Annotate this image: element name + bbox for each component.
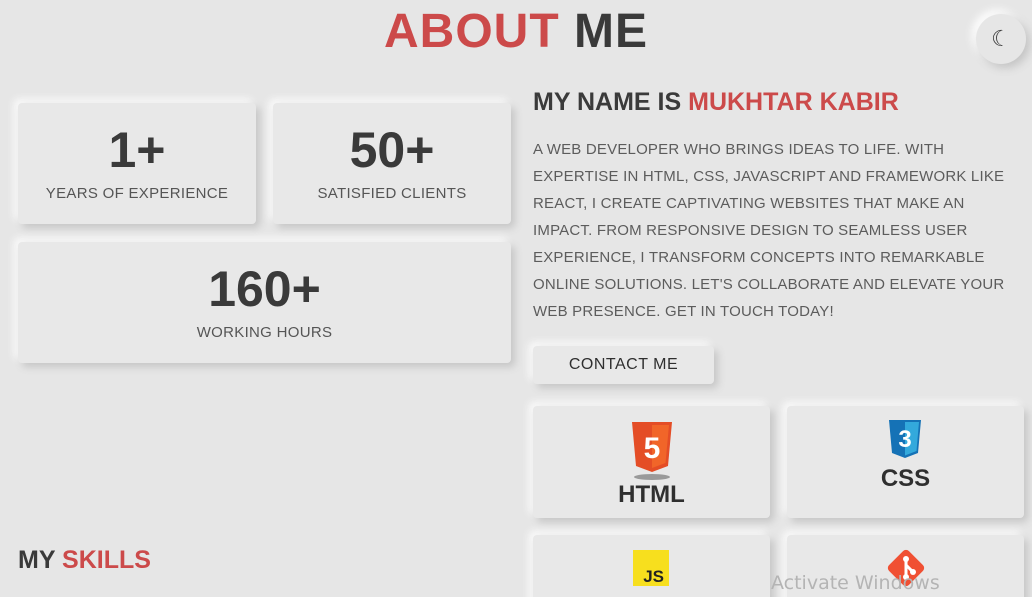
theme-toggle-button[interactable]: ☾ [976,14,1026,64]
skills-heading-prefix: MY [18,546,56,574]
name-accent: MUKHTAR KABIR [688,88,899,116]
stat-number: 1+ [108,122,166,178]
name-prefix: MY NAME IS [533,88,682,116]
stat-card-clients: 50+ SATISFIED CLIENTS [273,103,511,224]
stat-label: SATISFIED CLIENTS [317,185,467,202]
activate-windows-watermark: Activate Windows [771,572,940,594]
skill-card-html: 5 HTML [533,406,770,518]
skill-label: CSS [880,465,931,492]
stat-number: 160+ [208,261,321,317]
javascript-badge: JS [643,567,664,586]
page-title-rest: ME [574,5,648,58]
css3-icon: 3 [889,420,921,458]
skills-heading: MY SKILLS [18,546,151,575]
skill-label: HTML [618,481,685,508]
css3-badge: 3 [898,426,911,453]
about-page: ABOUT ME ☾ 1+ YEARS OF EXPERIENCE 50+ SA… [0,0,1032,597]
stat-card-hours: 160+ WORKING HOURS [18,242,511,363]
stat-label: YEARS OF EXPERIENCE [45,185,229,202]
skills-heading-accent: SKILLS [62,546,151,574]
stat-number: 50+ [349,122,435,178]
skill-card-javascript: JS [533,535,770,597]
page-title-accent: ABOUT [384,5,560,58]
javascript-icon: JS [633,550,669,586]
contact-me-button[interactable]: CONTACT ME [533,346,714,384]
stat-card-experience: 1+ YEARS OF EXPERIENCE [18,103,256,224]
html5-badge: 5 [644,432,661,465]
skill-card-css: 3 CSS [787,406,1024,518]
html5-icon: 5 [632,422,672,480]
name-heading: MY NAME IS MUKHTAR KABIR [533,88,899,117]
page-title: ABOUT ME [0,4,1032,59]
stat-label: WORKING HOURS [196,324,333,341]
bio-paragraph: A WEB DEVELOPER WHO BRINGS IDEAS TO LIFE… [533,141,1005,320]
moon-icon: ☾ [991,26,1011,51]
